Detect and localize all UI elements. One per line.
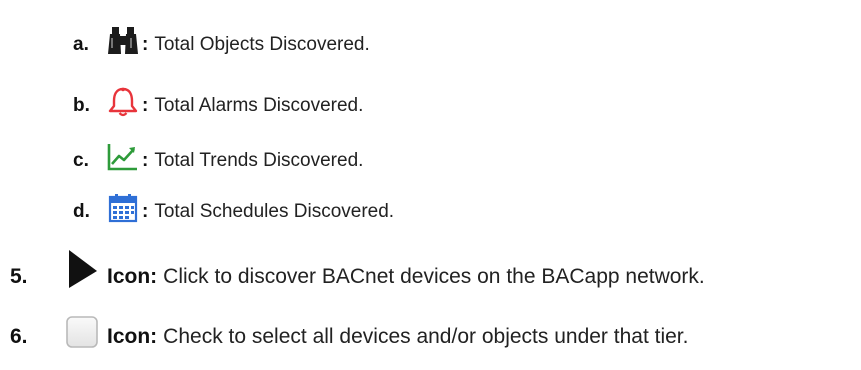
list-item-schedules: d. : Total Schedules Discovered. xyxy=(73,193,394,223)
step-discover: 5. Icon: Click to discover BACnet device… xyxy=(10,249,705,289)
list-item-trends: c. : Total Trends Discovered. xyxy=(73,142,363,172)
binoculars-icon xyxy=(106,26,140,56)
calendar-icon xyxy=(106,193,140,223)
step-text: Click to discover BACnet devices on the … xyxy=(163,265,705,288)
list-text: Total Trends Discovered. xyxy=(154,150,364,171)
step-select-all: 6. Icon: Check to select all devices and… xyxy=(10,315,688,349)
list-marker: d. xyxy=(73,201,90,222)
checkbox-icon xyxy=(65,315,99,349)
bell-icon xyxy=(106,87,140,117)
list-colon: : xyxy=(142,95,149,116)
step-label: Icon: xyxy=(107,325,158,348)
step-text: Check to select all devices and/or objec… xyxy=(163,325,689,348)
list-colon: : xyxy=(142,201,149,222)
list-colon: : xyxy=(142,34,149,55)
list-item-alarms: b. : Total Alarms Discovered. xyxy=(73,87,363,117)
list-text: Total Alarms Discovered. xyxy=(154,95,364,116)
list-marker: a. xyxy=(73,34,89,55)
list-colon: : xyxy=(142,150,149,171)
step-label: Icon: xyxy=(107,265,158,288)
list-text: Total Schedules Discovered. xyxy=(154,201,395,222)
list-item-objects: a. : Total Objects Discovered. xyxy=(73,26,370,56)
list-text: Total Objects Discovered. xyxy=(154,34,370,55)
list-marker: c. xyxy=(73,150,89,171)
trend-chart-icon xyxy=(106,142,140,172)
step-number: 6. xyxy=(10,325,28,348)
list-marker: b. xyxy=(73,95,90,116)
play-icon xyxy=(65,249,99,289)
step-number: 5. xyxy=(10,265,28,288)
